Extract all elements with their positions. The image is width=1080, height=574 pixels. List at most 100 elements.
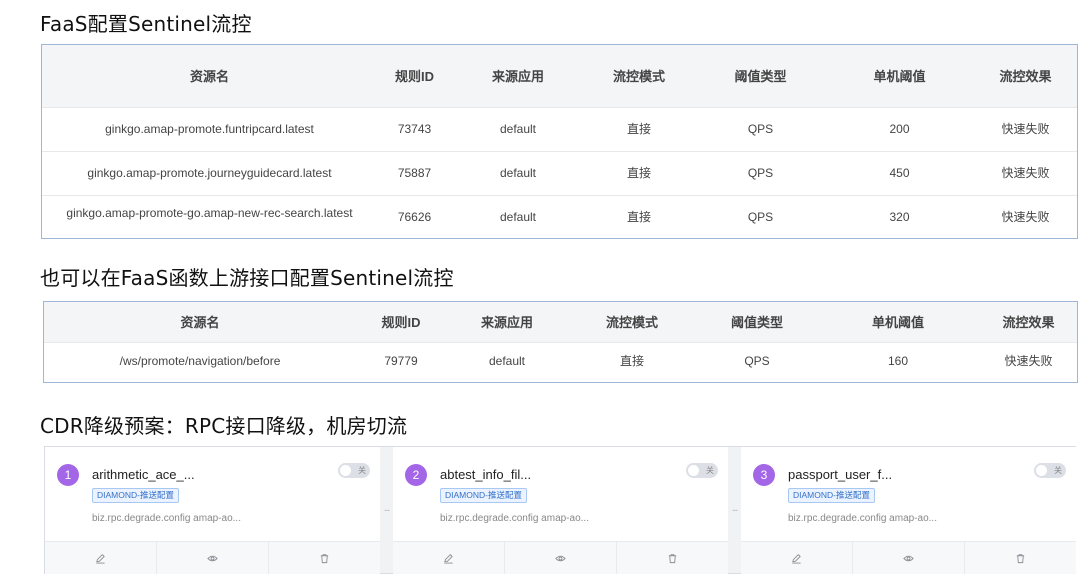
col-header-rule-id: 规则ID [356,302,446,342]
toggle-label: 关 [706,466,714,475]
col-header-resource: 资源名 [44,302,356,342]
cell-rule-id: 75887 [377,150,452,195]
cell-threshold: 160 [818,341,978,380]
card-separator: ... [731,503,738,514]
card-description: biz.rpc.degrade.config amap-ao... [788,513,937,524]
edit-button[interactable] [45,542,157,574]
cell-effect: 快速失败 [972,150,1077,195]
toggle-knob [688,465,699,476]
cell-resource: ginkgo.amap-promote.funtripcard.latest [42,106,377,151]
section-title-cdr-degrade: CDR降级预案：RPC接口降级，机房切流 [40,414,408,438]
cell-threshold: 450 [827,150,972,195]
toggle-knob [1036,465,1047,476]
table-row: ginkgo.amap-promote.journeyguidecard.lat… [42,150,1077,195]
col-header-flow-mode: 流控模式 [584,45,694,107]
cell-rule-id: 76626 [377,194,452,238]
enable-toggle[interactable]: 关 [1034,463,1066,478]
col-header-threshold-type: 阈值类型 [696,302,818,342]
toggle-label: 关 [358,466,366,475]
cell-resource: ginkgo.amap-promote-go.amap-new-rec-sear… [42,194,377,238]
table-row: ginkgo.amap-promote.funtripcard.latest 7… [42,106,1077,151]
edit-button[interactable] [393,542,505,574]
cell-threshold-type: QPS [694,194,827,238]
cell-resource: ginkgo.amap-promote.journeyguidecard.lat… [42,150,377,195]
table-row: /ws/promote/navigation/before 79779 defa… [44,341,1077,380]
section-title-upstream-sentinel: 也可以在FaaS函数上游接口配置Sentinel流控 [40,266,454,290]
edit-button[interactable] [741,542,853,574]
table-row: ginkgo.amap-promote-go.amap-new-rec-sear… [42,194,1077,238]
card-name[interactable]: passport_user_f... [788,467,892,482]
card-index-badge: 1 [57,464,79,486]
col-header-flow-mode: 流控模式 [568,302,696,342]
upstream-sentinel-table: 资源名 规则ID 来源应用 流控模式 阈值类型 单机阈值 流控效果 /ws/pr… [43,301,1078,383]
trash-icon [1016,553,1025,563]
card-name[interactable]: arithmetic_ace_... [92,467,195,482]
col-header-source-app: 来源应用 [446,302,568,342]
card-action-bar [45,541,380,574]
section-title-faas-sentinel: FaaS配置Sentinel流控 [40,12,252,36]
cell-source-app: default [452,194,584,238]
eye-icon [207,555,218,561]
delete-button[interactable] [269,542,380,574]
cell-threshold-type: QPS [694,150,827,195]
cell-threshold-type: QPS [694,106,827,151]
delete-button[interactable] [965,542,1076,574]
degrade-card[interactable]: 2 abtest_info_fil... 关 DIAMOND-推送配置 biz.… [393,447,728,574]
cell-threshold-type: QPS [696,341,818,380]
col-header-rule-id: 规则ID [377,45,452,107]
card-description: biz.rpc.degrade.config amap-ao... [92,513,241,524]
edit-icon [444,553,453,564]
enable-toggle[interactable]: 关 [338,463,370,478]
view-button[interactable] [853,542,965,574]
eye-icon [555,555,566,561]
view-button[interactable] [157,542,269,574]
card-description: biz.rpc.degrade.config amap-ao... [440,513,589,524]
view-button[interactable] [505,542,617,574]
cell-resource: /ws/promote/navigation/before [44,341,356,380]
table-header-row: 资源名 规则ID 来源应用 流控模式 阈值类型 单机阈值 流控效果 [44,302,1077,342]
cell-source-app: default [446,341,568,380]
col-header-threshold: 单机阈值 [818,302,978,342]
degrade-card[interactable]: 3 passport_user_f... 关 DIAMOND-推送配置 biz.… [741,447,1076,574]
delete-button[interactable] [617,542,728,574]
degrade-card[interactable]: 1 arithmetic_ace_... 关 DIAMOND-推送配置 biz.… [45,447,380,574]
eye-icon [903,555,914,561]
config-type-tag: DIAMOND-推送配置 [788,488,875,503]
card-name[interactable]: abtest_info_fil... [440,467,531,482]
cell-rule-id: 79779 [356,341,446,380]
toggle-knob [340,465,351,476]
col-header-source-app: 来源应用 [452,45,584,107]
cell-flow-mode: 直接 [584,194,694,238]
cell-flow-mode: 直接 [584,106,694,151]
enable-toggle[interactable]: 关 [686,463,718,478]
table-header-row: 资源名 规则ID 来源应用 流控模式 阈值类型 单机阈值 流控效果 [42,45,1077,107]
degrade-card-list: 1 arithmetic_ace_... 关 DIAMOND-推送配置 biz.… [44,446,1076,574]
card-action-bar [393,541,728,574]
config-type-tag: DIAMOND-推送配置 [440,488,527,503]
cell-flow-mode: 直接 [584,150,694,195]
col-header-resource: 资源名 [42,45,377,107]
card-action-bar [741,541,1076,574]
col-header-effect: 流控效果 [978,302,1077,342]
card-index-badge: 3 [753,464,775,486]
cell-effect: 快速失败 [978,341,1077,380]
faas-sentinel-table: 资源名 规则ID 来源应用 流控模式 阈值类型 单机阈值 流控效果 ginkgo… [41,44,1078,239]
card-separator: ... [383,503,390,514]
col-header-effect: 流控效果 [972,45,1077,107]
trash-icon [668,553,677,563]
card-index-badge: 2 [405,464,427,486]
trash-icon [320,553,329,563]
col-header-threshold-type: 阈值类型 [694,45,827,107]
config-type-tag: DIAMOND-推送配置 [92,488,179,503]
col-header-threshold: 单机阈值 [827,45,972,107]
edit-icon [792,553,801,564]
cell-source-app: default [452,106,584,151]
cell-threshold: 320 [827,194,972,238]
edit-icon [96,553,105,564]
cell-effect: 快速失败 [972,194,1077,238]
cell-source-app: default [452,150,584,195]
toggle-label: 关 [1054,466,1062,475]
cell-flow-mode: 直接 [568,341,696,380]
cell-effect: 快速失败 [972,106,1077,151]
cell-threshold: 200 [827,106,972,151]
